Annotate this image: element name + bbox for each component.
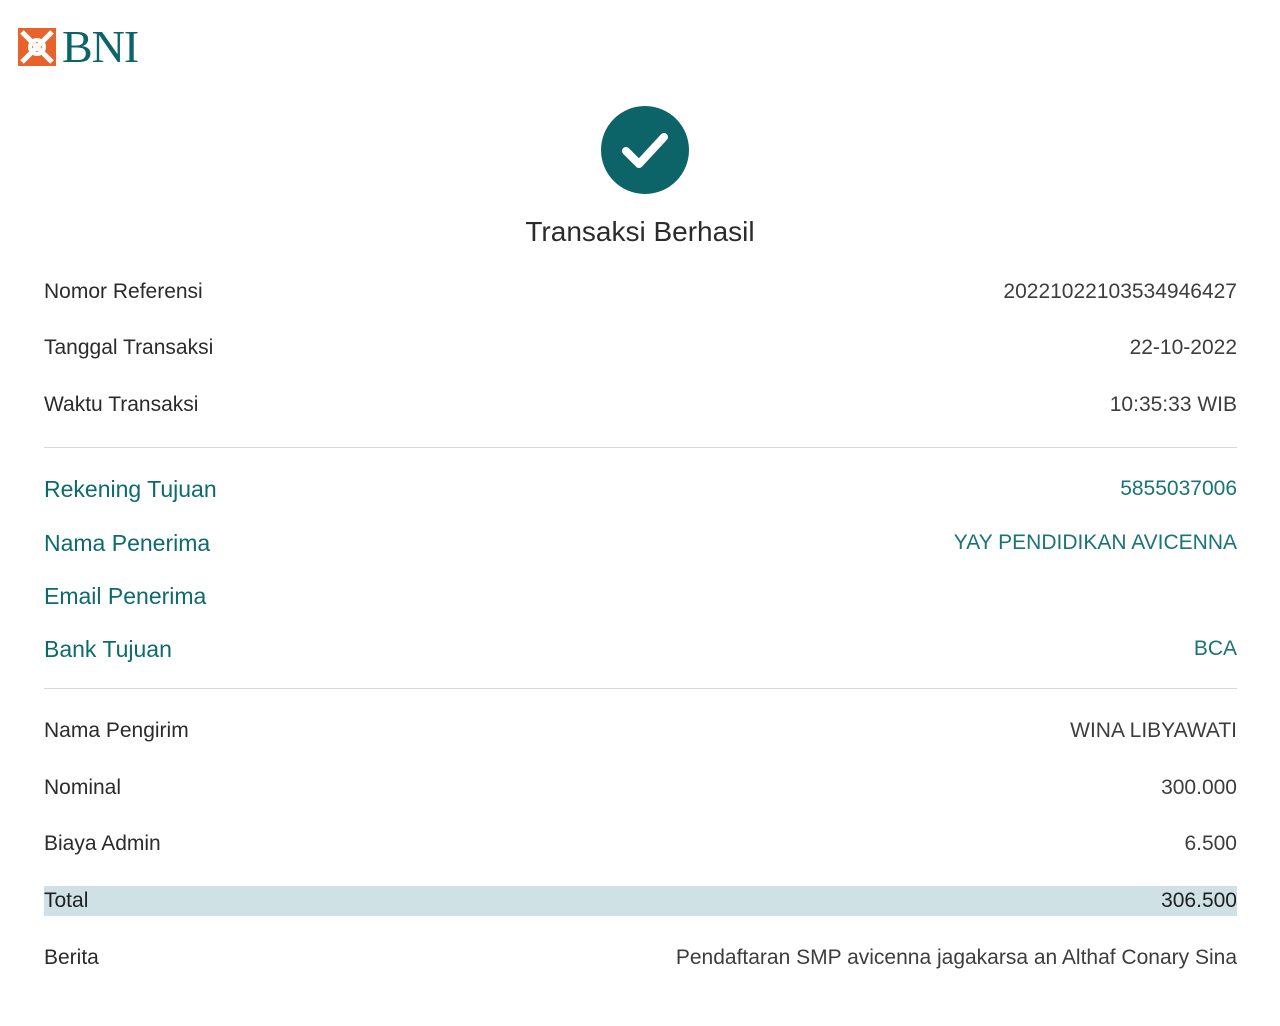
section-divider [44, 688, 1237, 689]
recipient-name-label: Nama Penerima [44, 529, 211, 556]
transaction-status-title: Transaksi Berhasil [525, 216, 755, 247]
total-row: Total 306.500 [44, 886, 1237, 916]
admin-fee-value: 6.500 [1184, 832, 1237, 855]
bni-logo-mark-icon [18, 28, 56, 66]
destination-account-label: Rekening Tujuan [44, 475, 217, 502]
admin-fee-label: Biaya Admin [44, 832, 161, 855]
section-divider [44, 447, 1237, 448]
transaction-date-label: Tanggal Transaksi [44, 336, 214, 359]
note-row: Berita Pendaftaran SMP avicenna jagakars… [44, 944, 1237, 972]
recipient-email-label: Email Penerima [44, 582, 207, 609]
destination-account-value: 5855037006 [1120, 477, 1237, 500]
amount-value: 300.000 [1161, 776, 1237, 799]
destination-bank-value: BCA [1193, 637, 1237, 660]
destination-bank-label: Bank Tujuan [44, 635, 172, 662]
reference-number-value: 20221022103534946427 [1003, 280, 1237, 303]
note-value: Pendaftaran SMP avicenna jagakarsa an Al… [675, 946, 1237, 969]
bni-logo-text: BNI [62, 21, 139, 72]
transaction-date-value: 22-10-2022 [1129, 336, 1237, 359]
destination-bank-row: Bank Tujuan BCA [44, 634, 1237, 664]
destination-account-row: Rekening Tujuan 5855037006 [44, 474, 1237, 504]
sender-name-row: Nama Pengirim WINA LIBYAWATI [44, 717, 1237, 745]
total-label: Total [44, 889, 89, 912]
total-value: 306.500 [1161, 889, 1237, 912]
reference-number-row: Nomor Referensi 20221022103534946427 [44, 278, 1237, 306]
amount-label: Nominal [44, 776, 122, 799]
transaction-time-value: 10:35:33 WIB [1109, 393, 1237, 416]
sender-name-value: WINA LIBYAWATI [1070, 719, 1237, 742]
reference-number-label: Nomor Referensi [44, 280, 203, 303]
admin-fee-row: Biaya Admin 6.500 [44, 830, 1237, 858]
transaction-date-row: Tanggal Transaksi 22-10-2022 [44, 334, 1237, 362]
recipient-name-value: YAY PENDIDIKAN AVICENNA [953, 531, 1237, 554]
bni-logo: BNI [18, 21, 139, 72]
recipient-name-row: Nama Penerima YAY PENDIDIKAN AVICENNA [44, 528, 1237, 558]
note-label: Berita [44, 946, 99, 969]
transaction-time-label: Waktu Transaksi [44, 393, 199, 416]
transaction-time-row: Waktu Transaksi 10:35:33 WIB [44, 391, 1237, 419]
sender-name-label: Nama Pengirim [44, 719, 189, 742]
amount-row: Nominal 300.000 [44, 774, 1237, 802]
recipient-email-row: Email Penerima [44, 581, 1237, 611]
check-circle-icon [601, 106, 689, 194]
